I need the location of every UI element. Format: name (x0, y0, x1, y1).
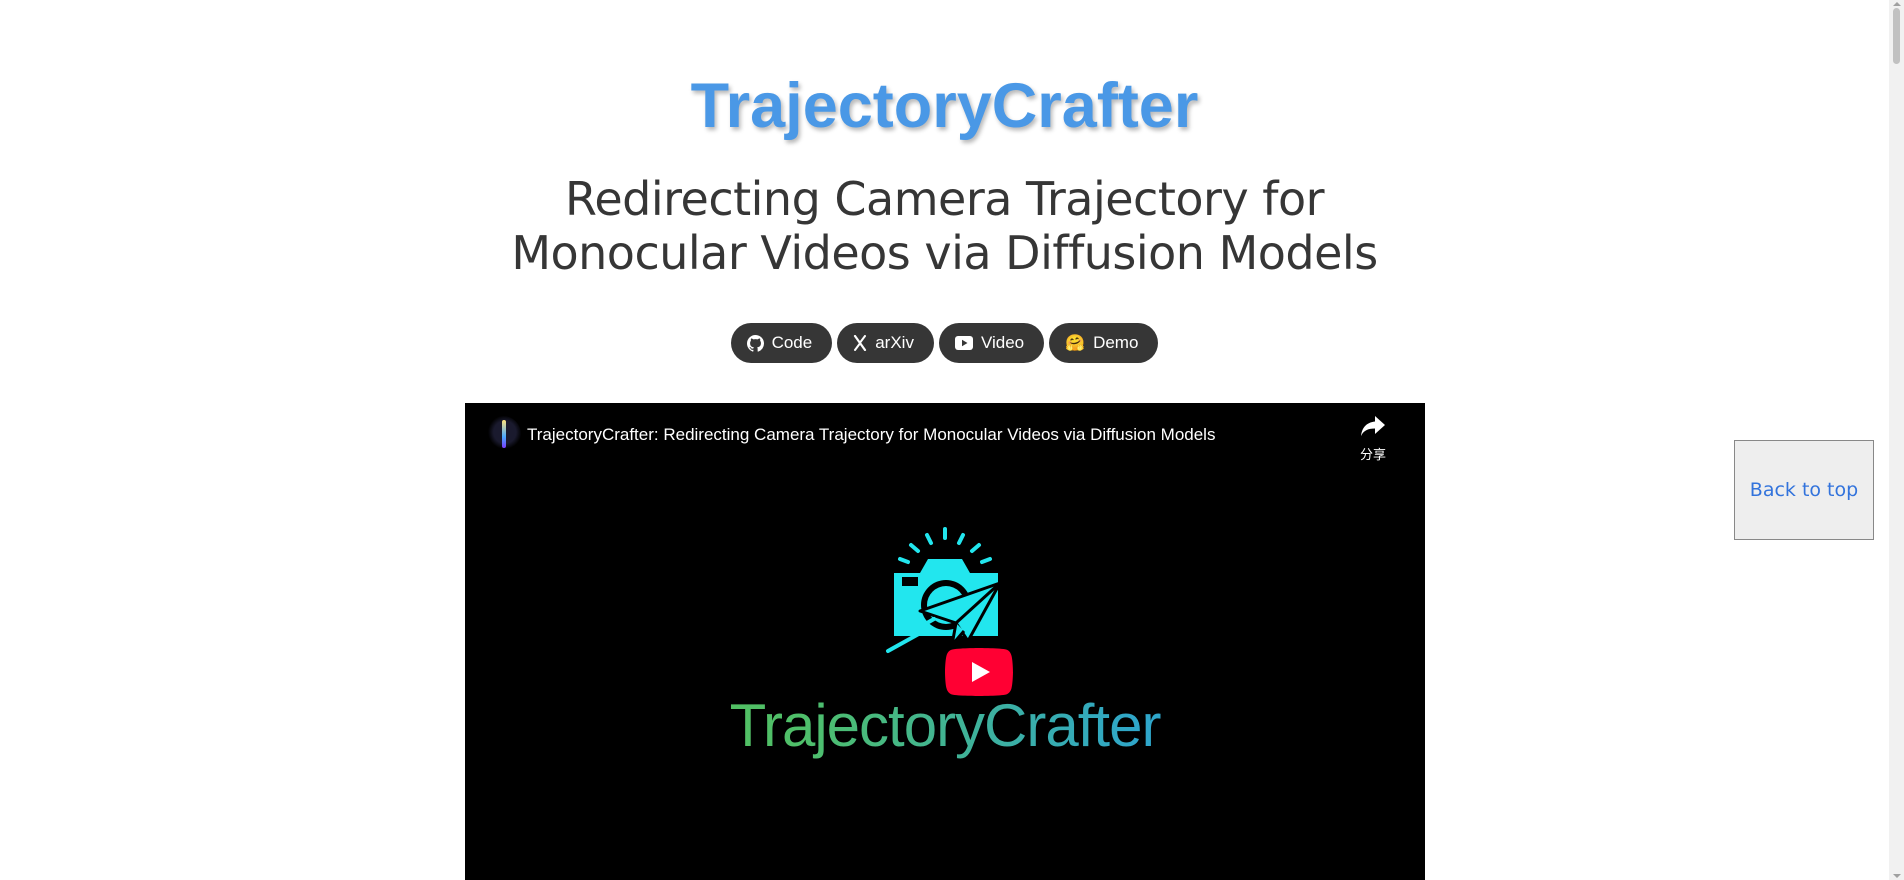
share-arrow-icon (1361, 416, 1385, 436)
demo-button-label: Demo (1093, 333, 1139, 352)
youtube-icon (954, 336, 973, 350)
scroll-down-arrow-icon[interactable] (1893, 874, 1901, 878)
demo-button[interactable]: 🤗 Demo (1049, 323, 1159, 363)
arxiv-button[interactable]: arXiv (837, 323, 934, 363)
subtitle-line-1: Redirecting Camera Trajectory for (564, 172, 1325, 226)
channel-avatar[interactable] (485, 416, 521, 452)
code-button[interactable]: Code (730, 323, 833, 363)
youtube-play-icon (945, 648, 1013, 696)
arxiv-button-label: arXiv (875, 333, 914, 352)
video-title[interactable]: TrajectoryCrafter: Redirecting Camera Tr… (527, 425, 1215, 445)
arxiv-icon (854, 335, 867, 351)
back-to-top-label: Back to top (1749, 479, 1859, 501)
camera-logo-graphic (880, 523, 1010, 668)
page-scrollbar[interactable] (1889, 0, 1904, 880)
youtube-video-embed[interactable]: TrajectoryCrafter: Redirecting Camera Tr… (465, 403, 1425, 880)
page-title: TrajectoryCrafter (690, 71, 1199, 141)
play-button[interactable] (945, 648, 1013, 696)
video-button[interactable]: Video (938, 323, 1045, 363)
scrollbar-thumb[interactable] (1893, 8, 1900, 64)
back-to-top-button[interactable]: Back to top (1734, 440, 1874, 540)
share-button[interactable]: 分享 (1353, 415, 1393, 463)
share-label: 分享 (1359, 448, 1386, 463)
hugging-face-emoji-icon: 🤗 (1065, 335, 1086, 352)
page-subtitle: Redirecting Camera Trajectory for Monocu… (0, 172, 1889, 280)
github-icon (746, 334, 764, 352)
subtitle-line-2: Monocular Videos via Diffusion Models (511, 226, 1378, 280)
video-logo-text: TrajectoryCrafter (465, 691, 1425, 760)
code-button-label: Code (771, 333, 813, 352)
scroll-up-arrow-icon[interactable] (1893, 2, 1901, 6)
video-button-label: Video (980, 333, 1025, 352)
link-buttons: Code arXiv Video 🤗 Demo (0, 323, 1889, 363)
camera-paper-plane-icon (886, 527, 1002, 653)
